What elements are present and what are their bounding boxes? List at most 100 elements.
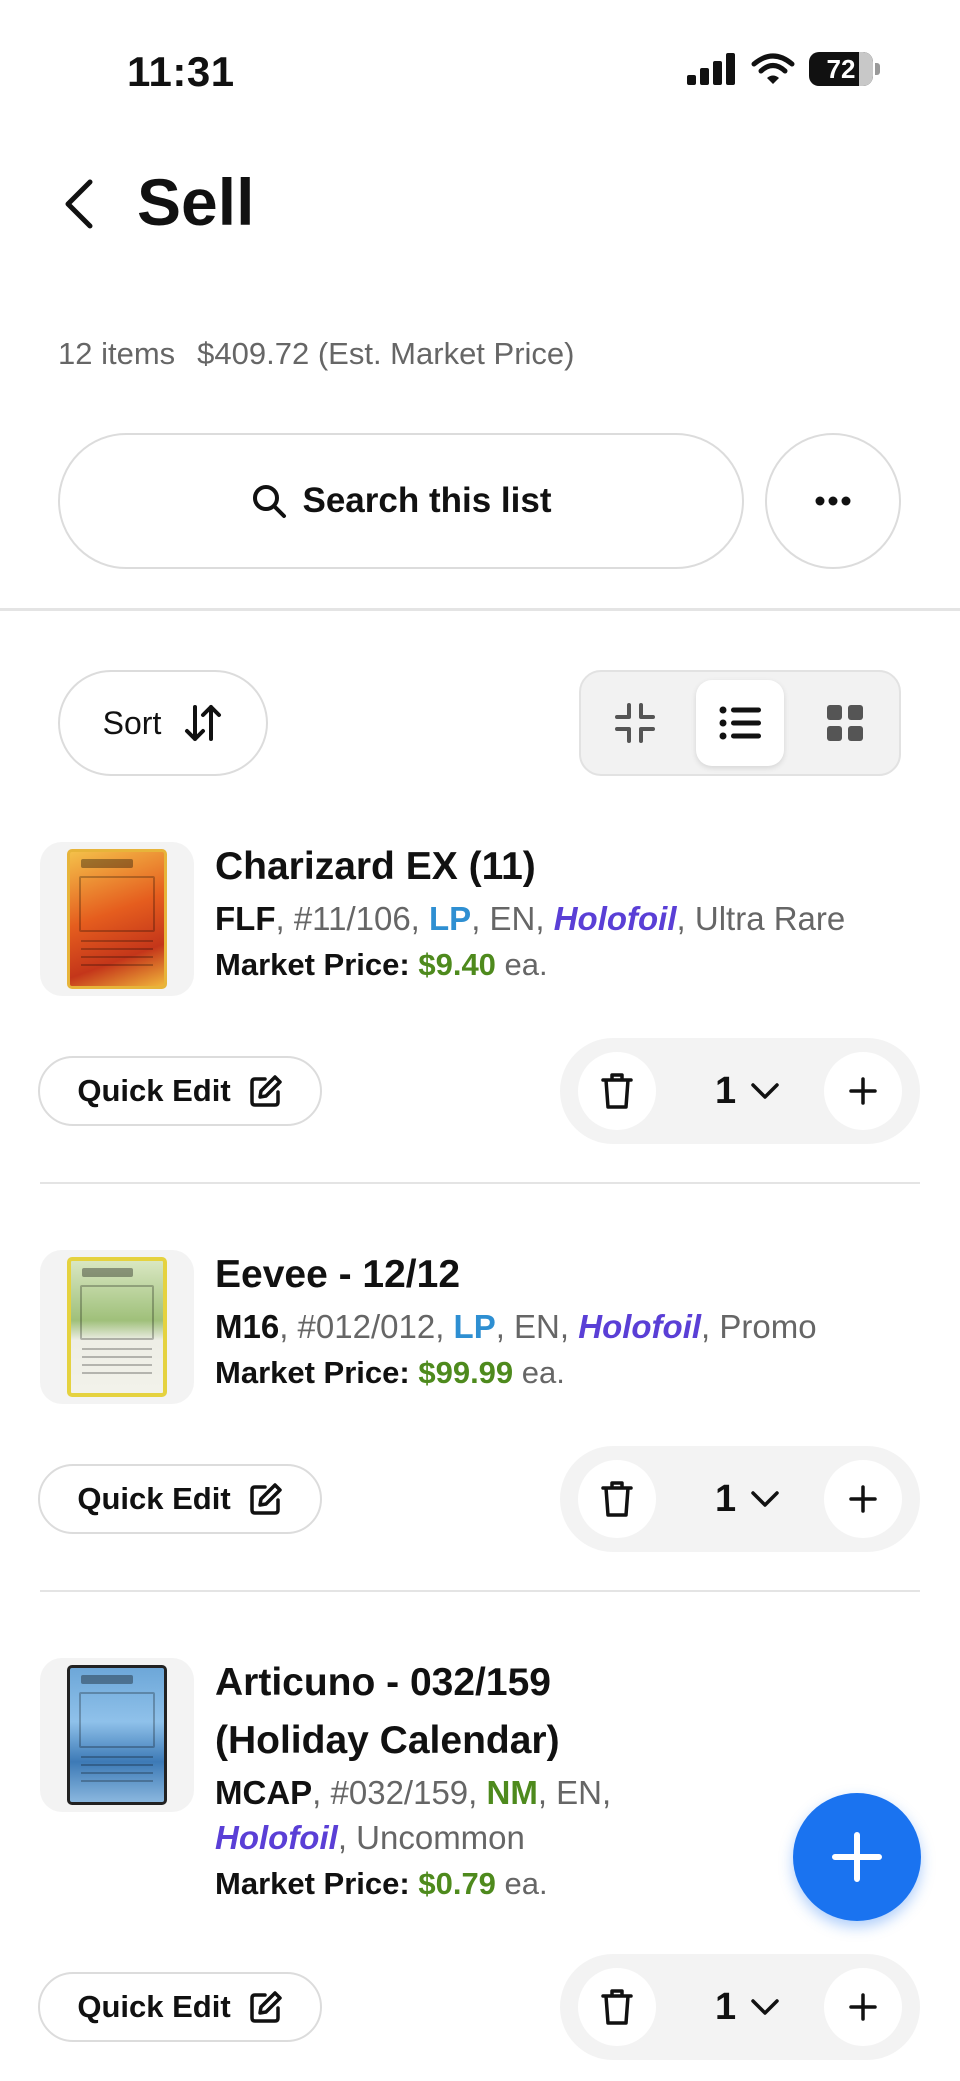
delete-button[interactable] <box>578 1968 656 2046</box>
delete-button[interactable] <box>578 1052 656 1130</box>
battery-icon: 72 <box>809 52 873 86</box>
quick-edit-button[interactable]: Quick Edit <box>38 1056 322 1126</box>
quantity-value: 1 <box>715 1069 737 1112</box>
quantity-dropdown[interactable]: 1 <box>715 1976 780 2038</box>
view-list-button[interactable] <box>696 680 784 766</box>
header: Sell <box>0 160 960 250</box>
search-icon <box>252 485 286 518</box>
edit-icon <box>249 1483 282 1515</box>
plus-icon <box>849 1485 877 1513</box>
sort-arrows-icon <box>185 705 222 741</box>
view-mode-toggle <box>579 670 901 776</box>
card-image <box>67 1257 167 1397</box>
search-label: Search this list <box>302 481 552 520</box>
chevron-left-icon <box>65 179 93 229</box>
item-set: M16 <box>215 1308 280 1345</box>
more-horizontal-icon <box>815 496 851 506</box>
quantity-dropdown[interactable]: 1 <box>715 1060 780 1122</box>
status-bar: 11:31 72 <box>0 0 960 140</box>
item-rarity: Uncommon <box>356 1819 525 1856</box>
trash-icon <box>601 1481 633 1517</box>
item-printing: Holofoil <box>215 1819 338 1856</box>
list-summary: 12 items $409.72 (Est. Market Price) <box>58 336 575 372</box>
plus-icon <box>849 1077 877 1105</box>
item-language: EN <box>556 1774 603 1811</box>
quick-edit-button[interactable]: Quick Edit <box>38 1464 322 1534</box>
quick-edit-label: Quick Edit <box>77 1989 231 2024</box>
cellular-signal-icon <box>687 53 735 85</box>
increment-button[interactable] <box>824 1460 902 1538</box>
price-value: $0.79 <box>418 1866 496 1901</box>
increment-button[interactable] <box>824 1052 902 1130</box>
item-divider <box>40 1182 920 1184</box>
delete-button[interactable] <box>578 1460 656 1538</box>
view-grid-button[interactable] <box>801 680 889 766</box>
card-image <box>67 849 167 989</box>
price-value: $9.40 <box>418 947 496 982</box>
edit-icon <box>249 1075 282 1107</box>
total-price: $409.72 (Est. Market Price) <box>197 336 575 371</box>
item-set: MCAP <box>215 1774 313 1811</box>
page-title: Sell <box>137 165 255 239</box>
battery-level: 72 <box>826 53 856 84</box>
price-value: $99.99 <box>418 1355 514 1390</box>
quick-edit-button[interactable]: Quick Edit <box>38 1972 322 2042</box>
item-printing: Holofoil <box>578 1308 702 1345</box>
item-details: FLF, #11/106, LP, EN, Holofoil, Ultra Ra… <box>215 900 846 937</box>
view-compact-button[interactable] <box>591 680 679 766</box>
sort-button[interactable]: Sort <box>58 670 268 776</box>
edit-icon <box>249 1991 282 2023</box>
quick-edit-label: Quick Edit <box>77 1481 231 1516</box>
item-count: 12 items <box>58 336 176 371</box>
add-item-fab[interactable] <box>793 1793 921 1921</box>
chevron-down-icon <box>751 1999 779 2015</box>
trash-icon <box>601 1073 633 1109</box>
item-details: MCAP, #032/159, NM, EN, Holofoil, Uncomm… <box>215 1774 612 1856</box>
price-label: Market Price: <box>215 1355 410 1390</box>
item-price: Market Price: $9.40 ea. <box>215 941 915 989</box>
quantity-stepper: 1 <box>560 1954 920 2060</box>
quantity-stepper: 1 <box>560 1038 920 1144</box>
increment-button[interactable] <box>824 1968 902 2046</box>
collapse-icon <box>615 703 655 743</box>
quantity-stepper: 1 <box>560 1446 920 1552</box>
chevron-down-icon <box>751 1083 779 1099</box>
search-list-button[interactable]: Search this list <box>58 433 744 569</box>
price-suffix: ea. <box>504 947 548 982</box>
item-language: EN <box>489 900 536 937</box>
item-details: M16, #012/012, LP, EN, Holofoil, Promo <box>215 1308 817 1345</box>
item-number: #11/106 <box>293 900 411 937</box>
item-condition: NM <box>486 1774 538 1811</box>
item-divider <box>40 1590 920 1592</box>
quantity-value: 1 <box>715 1985 737 2028</box>
item-condition: LP <box>429 900 472 937</box>
item-language: EN <box>514 1308 560 1345</box>
item-rarity: Promo <box>719 1308 817 1345</box>
item-number: #012/012 <box>297 1308 436 1345</box>
item-name-line-2: (Holiday Calendar) <box>215 1719 560 1762</box>
price-label: Market Price: <box>215 1866 410 1901</box>
item-condition: LP <box>453 1308 496 1345</box>
item-printing: Holofoil <box>553 900 677 937</box>
item-rarity: Ultra Rare <box>694 900 846 937</box>
card-thumbnail[interactable] <box>40 1658 194 1812</box>
item-price: Market Price: $99.99 ea. <box>215 1349 915 1397</box>
status-icons: 72 <box>687 52 880 86</box>
section-divider <box>0 608 960 611</box>
quantity-value: 1 <box>715 1477 737 1520</box>
item-name: Charizard EX (11) <box>215 845 536 888</box>
sort-label: Sort <box>102 704 162 741</box>
plus-icon <box>849 1993 877 2021</box>
card-thumbnail[interactable] <box>40 842 194 996</box>
price-label: Market Price: <box>215 947 410 982</box>
item-name: Eevee - 12/12 <box>215 1253 461 1296</box>
item-set: FLF <box>215 900 276 937</box>
quantity-dropdown[interactable]: 1 <box>715 1468 780 1530</box>
quick-edit-label: Quick Edit <box>77 1073 231 1108</box>
card-thumbnail[interactable] <box>40 1250 194 1404</box>
back-button[interactable] <box>56 174 100 234</box>
price-suffix: ea. <box>504 1866 548 1901</box>
wifi-icon <box>751 53 795 84</box>
more-options-button[interactable] <box>765 433 901 569</box>
trash-icon <box>601 1989 633 2025</box>
